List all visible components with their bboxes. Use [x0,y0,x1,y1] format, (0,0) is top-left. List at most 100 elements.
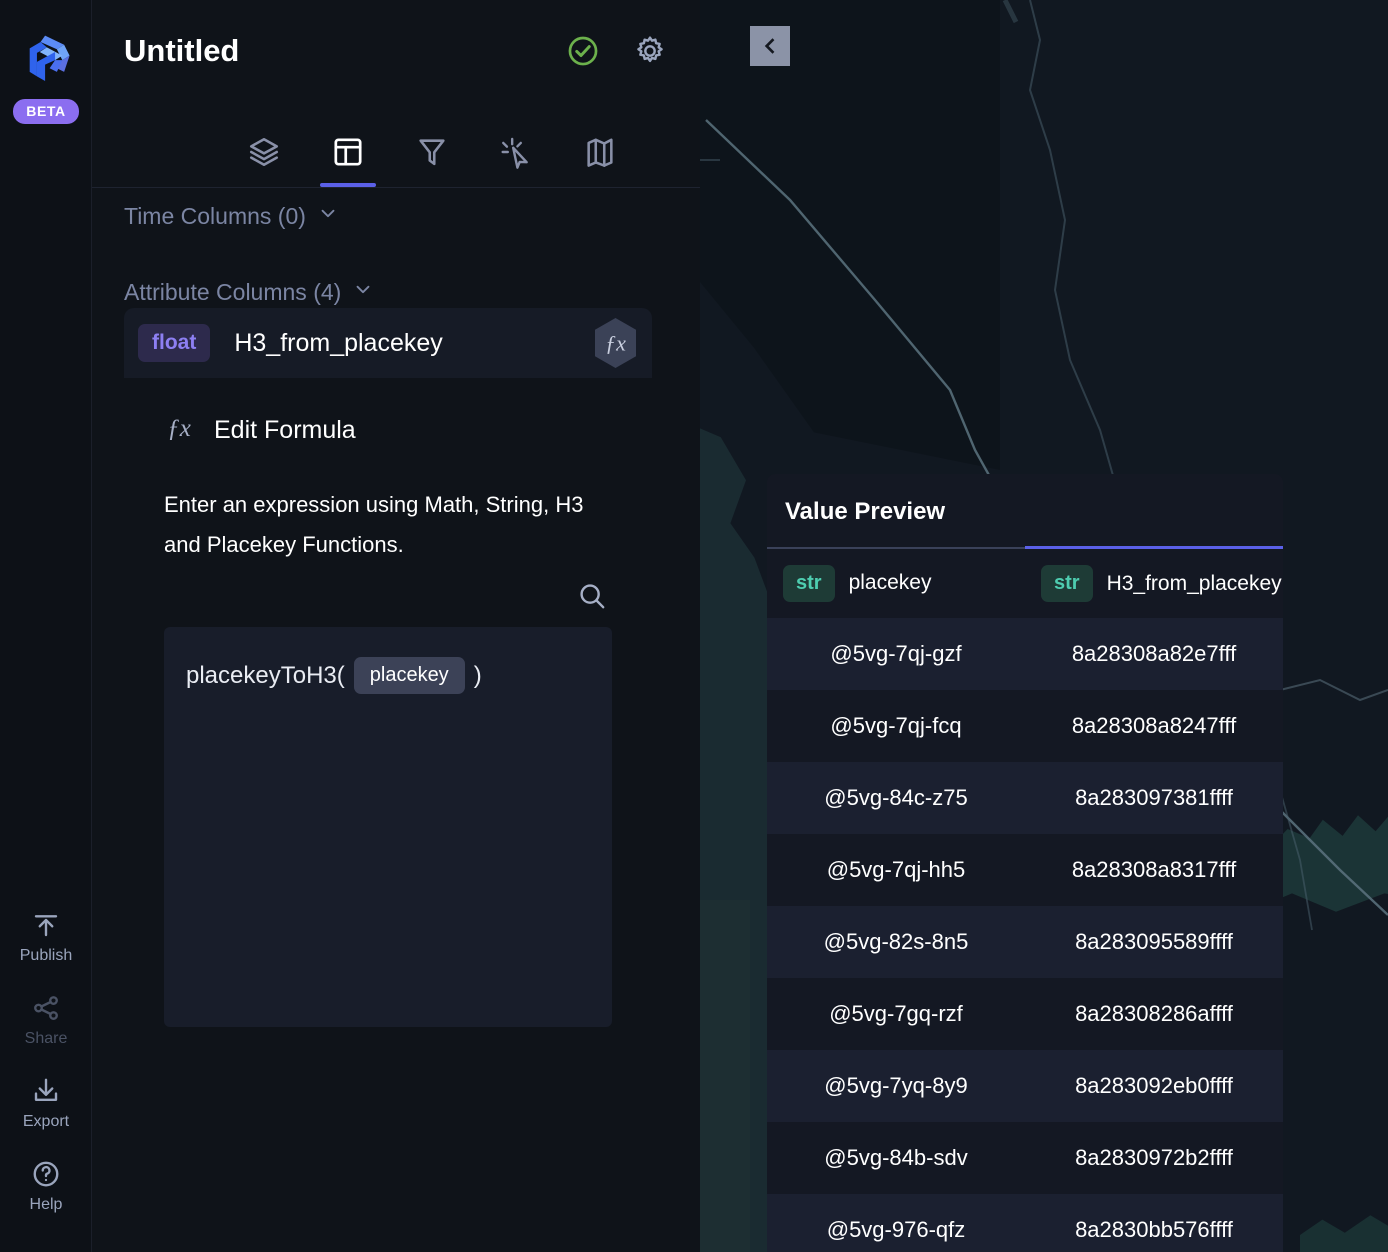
brand-block[interactable]: BETA [0,32,92,124]
rail-item-label: Publish [19,947,73,964]
cell-placekey: @5vg-84b-sdv [824,1145,968,1170]
column-header-label: placekey [848,571,932,595]
cell-placekey: @5vg-7gq-rzf [829,1001,963,1026]
page-title[interactable]: Untitled [124,33,239,69]
rail-item-share[interactable]: Share [0,979,92,1062]
rail-item-help[interactable]: Help [0,1145,92,1228]
cell-h3: 8a28308a82e7fff [1071,641,1237,666]
help-question-icon [0,1159,92,1189]
rail-item-export[interactable]: Export [0,1062,92,1145]
value-preview-table: str placekey str H3_from_placekey @5vg-7… [767,546,1283,1252]
cell-placekey: @5vg-84c-z75 [824,785,968,810]
layers-icon [247,135,281,174]
rail-actions: Publish Share Export Help [0,896,92,1228]
cell-placekey: @5vg-7qj-fcq [830,713,962,738]
panel-tabs [222,121,642,187]
chevron-down-icon [352,278,374,306]
value-preview-body: @5vg-7qj-gzf 8a28308a82e7fff @5vg-7qj-fc… [767,618,1283,1252]
export-download-icon [0,1076,92,1106]
cell-placekey: @5vg-976-qfz [826,1217,966,1242]
column-header-h3-from-placekey[interactable]: str H3_from_placekey [1025,546,1283,618]
cell-h3: 8a2830972b2ffff [1075,1145,1233,1170]
gear-icon[interactable] [633,34,667,73]
table-row: @5vg-976-qfz 8a2830bb576ffff [767,1194,1283,1252]
column-header-label: H3_from_placekey [1106,571,1282,595]
section-attribute-columns[interactable]: Attribute Columns (4) [124,278,374,306]
table-columns-icon [331,135,365,174]
search-icon[interactable] [576,580,608,617]
panel-body: Time Columns (0) Attribute Columns (4) f… [92,188,700,1252]
status-check-icon[interactable] [566,34,600,73]
formula-fx-icon[interactable]: ƒx [592,317,639,370]
column-name: H3_from_placekey [234,328,443,357]
column-type-badge: float [138,324,211,362]
cursor-sparkle-icon [499,135,533,174]
cell-placekey: @5vg-7qj-gzf [830,641,962,666]
formula-description: Enter an expression using Math, String, … [164,492,584,557]
cell-placekey: @5vg-82s-8n5 [823,929,969,954]
column-type-badge: str [783,564,835,602]
formula-suffix: ) [473,661,482,689]
table-row: @5vg-84c-z75 8a283097381ffff [767,762,1283,834]
rail-item-label: Export [22,1113,70,1130]
column-header-placekey[interactable]: str placekey [767,546,1025,618]
map-fold-icon [583,135,617,174]
formula-search-row [164,564,612,627]
cell-placekey: @5vg-7yq-8y9 [824,1073,968,1098]
formula-title: Edit Formula [214,416,356,444]
formula-fx-icon: ƒx [164,412,194,449]
chevron-down-icon [317,202,339,230]
table-row: @5vg-7yq-8y9 8a283092eb0ffff [767,1050,1283,1122]
formula-field-token[interactable]: placekey [353,657,465,695]
rail-item-publish[interactable]: Publish [0,896,92,979]
table-row: @5vg-82s-8n5 8a283095589ffff [767,906,1283,978]
cell-h3: 8a28308286affff [1075,1001,1233,1026]
tab-layers[interactable] [222,121,306,187]
panel-header: Untitled [92,0,700,188]
beta-badge: BETA [13,99,79,124]
cell-h3: 8a283095589ffff [1075,929,1233,954]
formula-expression: placekeyToH3( placekey ) [186,657,482,695]
table-row: @5vg-7gq-rzf 8a28308286affff [767,978,1283,1050]
publish-upload-icon [0,910,92,940]
rail-item-label: Help [29,1196,63,1213]
cell-h3: 8a28308a8247fff [1071,713,1237,738]
svg-text:ƒx: ƒx [605,331,626,356]
cell-h3: 8a2830bb576ffff [1075,1217,1233,1242]
side-panel: Untitled Time Columns (0) Attribute Colu… [92,0,788,1252]
section-time-columns[interactable]: Time Columns (0) [124,202,339,230]
share-nodes-icon [0,993,92,1023]
column-type-badge: str [1041,565,1093,602]
table-row: @5vg-7qj-hh5 8a28308a8317fff [767,834,1283,906]
svg-text:ƒx: ƒx [167,415,191,442]
app-root: Soledad BETA [0,0,1388,1252]
cell-h3: 8a283092eb0ffff [1075,1073,1233,1098]
formula-prefix: placekeyToH3( [186,661,345,689]
logo-icon [0,32,92,90]
formula-title-row: ƒx Edit Formula [164,412,612,449]
section-label: Time Columns (0) [124,202,306,229]
tab-interactions[interactable] [474,121,558,187]
column-card-header[interactable]: float H3_from_placekey ƒx [124,308,652,378]
table-row: @5vg-7qj-fcq 8a28308a8247fff [767,690,1283,762]
chevron-left-icon [760,36,780,56]
table-row: @5vg-7qj-gzf 8a28308a82e7fff [767,618,1283,690]
formula-editor: ƒx Edit Formula Enter an expression usin… [124,378,652,1028]
collapse-panel-button[interactable] [750,26,790,66]
left-rail: BETA Publish Share Export Help [0,0,92,1252]
table-header-row: str placekey str H3_from_placekey [767,546,1283,618]
value-preview-panel: Value Preview str placekey str H3_from_p… [767,474,1283,1252]
cell-h3: 8a28308a8317fff [1071,857,1237,882]
tab-columns[interactable] [306,121,390,187]
cell-h3: 8a283097381ffff [1075,785,1233,810]
tab-basemap[interactable] [558,121,642,187]
column-card: float H3_from_placekey ƒx ƒx Edit Formul… [124,308,652,1028]
rail-item-label: Share [24,1030,68,1047]
value-preview-title: Value Preview [785,498,946,525]
section-label: Attribute Columns (4) [124,278,342,305]
formula-expression-input[interactable]: placekeyToH3( placekey ) [164,627,612,1028]
table-row: @5vg-84b-sdv 8a2830972b2ffff [767,1122,1283,1194]
tab-filters[interactable] [390,121,474,187]
cell-placekey: @5vg-7qj-hh5 [826,857,966,882]
filter-funnel-icon [415,135,449,174]
